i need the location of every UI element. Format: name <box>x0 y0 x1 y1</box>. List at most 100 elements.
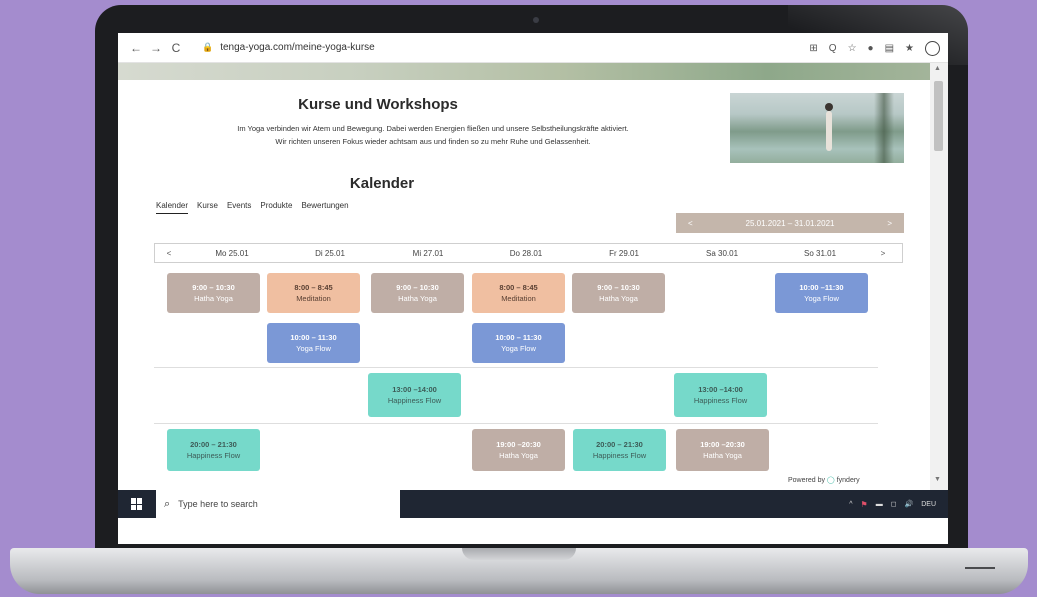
intro-text-line-2: Wir richten unseren Fokus wieder achtsam… <box>275 137 591 146</box>
day-label-fr: Fr 29.01 <box>609 248 639 258</box>
hero-tree <box>874 93 894 163</box>
powered-by[interactable]: Powered by ◯ fyndery <box>788 476 860 484</box>
event-card[interactable]: 19:00 –20:30 Hatha Yoga <box>472 429 565 471</box>
week-next-button[interactable]: > <box>887 219 892 228</box>
event-time: 20:00 – 21:30 <box>596 440 643 449</box>
event-name: Meditation <box>296 294 331 303</box>
event-time: 9:00 – 10:30 <box>396 283 439 292</box>
reading-list-icon[interactable]: ▤ <box>885 43 894 54</box>
profile-avatar-icon[interactable] <box>925 40 940 56</box>
volume-icon[interactable]: 🔊 <box>905 500 914 508</box>
windows-start-icon[interactable] <box>118 498 156 510</box>
hero-figure-head <box>825 103 833 111</box>
event-time: 20:00 – 21:30 <box>190 440 237 449</box>
week-range-label: 25.01.2021 – 31.01.2021 <box>745 218 835 228</box>
scroll-down-icon[interactable]: ▼ <box>934 476 941 483</box>
tab-kurse[interactable]: Kurse <box>197 201 218 214</box>
event-name: Hatha Yoga <box>194 294 233 303</box>
event-card[interactable]: 20:00 – 21:30 Happiness Flow <box>167 429 260 471</box>
event-name: Hatha Yoga <box>599 294 638 303</box>
tab-bewertungen[interactable]: Bewertungen <box>301 201 348 214</box>
event-name: Yoga Flow <box>501 344 536 353</box>
event-card[interactable]: 10:00 – 11:30 Yoga Flow <box>267 323 360 363</box>
event-name: Hatha Yoga <box>398 294 437 303</box>
system-tray: ^ ⚑ ▬ ◻ 🔊 DEU <box>849 490 936 518</box>
powered-by-brand: fyndery <box>836 477 860 484</box>
event-card[interactable]: 19:00 –20:30 Hatha Yoga <box>676 429 769 471</box>
event-card[interactable]: 8:00 – 8:45 Meditation <box>267 273 360 313</box>
event-card[interactable]: 13:00 –14:00 Happiness Flow <box>674 373 767 417</box>
zoom-icon[interactable]: Q <box>829 43 837 54</box>
row-divider <box>154 367 878 368</box>
event-name: Hatha Yoga <box>499 451 538 460</box>
windows-taskbar: ⌕ Type here to search ^ ⚑ ▬ ◻ 🔊 DEU <box>118 490 948 518</box>
scroll-up-icon[interactable]: ▲ <box>934 65 941 72</box>
event-time: 8:00 – 8:45 <box>499 283 538 292</box>
address-bar: ← → C 🔒 tenga-yoga.com/meine-yoga-kurse … <box>118 33 948 63</box>
event-time: 10:00 –11:30 <box>799 283 844 292</box>
language-indicator[interactable]: DEU <box>921 501 936 508</box>
taskbar-search[interactable]: ⌕ Type here to search <box>156 490 400 518</box>
search-input[interactable]: Type here to search <box>178 499 258 509</box>
screen: ← → C 🔒 tenga-yoga.com/meine-yoga-kurse … <box>118 33 948 544</box>
translate-icon[interactable]: ⊞ <box>809 43 817 54</box>
tray-app-icon[interactable]: ⚑ <box>861 500 868 509</box>
extensions-puzzle-icon[interactable]: ★ <box>905 43 914 54</box>
event-time: 13:00 –14:00 <box>698 385 743 394</box>
bookmark-icon[interactable]: ☆ <box>848 43 857 54</box>
event-card[interactable]: 8:00 – 8:45 Meditation <box>472 273 565 313</box>
event-card[interactable]: 9:00 – 10:30 Hatha Yoga <box>371 273 464 313</box>
page-scrollbar[interactable]: ▲ ▼ <box>930 63 948 490</box>
event-time: 19:00 –20:30 <box>496 440 541 449</box>
event-name: Meditation <box>501 294 536 303</box>
event-time: 9:00 – 10:30 <box>597 283 640 292</box>
extension-icon[interactable]: ● <box>868 43 874 54</box>
day-next-button[interactable]: > <box>869 249 897 258</box>
base-indicator <box>965 567 995 569</box>
event-card[interactable]: 10:00 –11:30 Yoga Flow <box>775 273 868 313</box>
event-time: 13:00 –14:00 <box>392 385 437 394</box>
day-label-mi: Mi 27.01 <box>412 248 444 258</box>
page-title: Kurse und Workshops <box>298 96 458 113</box>
event-time: 10:00 – 11:30 <box>495 333 542 342</box>
hero-figure <box>826 111 832 151</box>
day-label-mo: Mo 25.01 <box>215 248 249 258</box>
event-card[interactable]: 9:00 – 10:30 Hatha Yoga <box>167 273 260 313</box>
event-time: 19:00 –20:30 <box>700 440 745 449</box>
reload-icon[interactable]: C <box>166 41 186 55</box>
url-field[interactable]: tenga-yoga.com/meine-yoga-kurse <box>220 42 375 53</box>
forward-icon[interactable]: → <box>146 41 166 55</box>
battery-icon[interactable]: ▬ <box>876 501 883 508</box>
event-name: Happiness Flow <box>693 396 748 405</box>
event-name: Happiness Flow <box>186 451 241 460</box>
tab-produkte[interactable]: Produkte <box>260 201 292 214</box>
day-label-do: Do 28.01 <box>509 248 543 258</box>
event-card[interactable]: 9:00 – 10:30 Hatha Yoga <box>572 273 665 313</box>
event-time: 8:00 – 8:45 <box>294 283 333 292</box>
event-name: Happiness Flow <box>387 396 442 405</box>
hero-yoga-image <box>730 93 904 163</box>
calendar-heading: Kalender <box>349 175 415 192</box>
intro-text-line-1: Im Yoga verbinden wir Atem und Bewegung.… <box>237 124 629 133</box>
laptop-notch <box>462 548 576 560</box>
network-icon[interactable]: ◻ <box>891 500 897 508</box>
back-icon[interactable]: ← <box>126 41 146 55</box>
event-card[interactable]: 13:00 –14:00 Happiness Flow <box>368 373 461 417</box>
event-card[interactable]: 20:00 – 21:30 Happiness Flow <box>573 429 666 471</box>
event-name: Happiness Flow <box>592 451 647 460</box>
tab-events[interactable]: Events <box>227 201 251 214</box>
lock-icon[interactable]: 🔒 <box>202 42 213 53</box>
tab-kalender[interactable]: Kalender <box>156 201 189 214</box>
search-icon: ⌕ <box>164 497 171 510</box>
powered-by-label: Powered by <box>788 477 825 484</box>
browser-toolbar: ⊞ Q ☆ ● ▤ ★ <box>809 33 940 63</box>
week-prev-button[interactable]: < <box>688 219 693 228</box>
event-name: Hatha Yoga <box>703 451 742 460</box>
event-name: Yoga Flow <box>804 294 839 303</box>
fyndery-logo-icon: ◯ <box>826 477 835 484</box>
day-label-sa: Sa 30.01 <box>705 248 739 258</box>
day-prev-button[interactable]: < <box>155 249 183 258</box>
scroll-thumb[interactable] <box>934 81 943 151</box>
tray-chevron-icon[interactable]: ^ <box>849 501 852 508</box>
event-card[interactable]: 10:00 – 11:30 Yoga Flow <box>472 323 565 363</box>
